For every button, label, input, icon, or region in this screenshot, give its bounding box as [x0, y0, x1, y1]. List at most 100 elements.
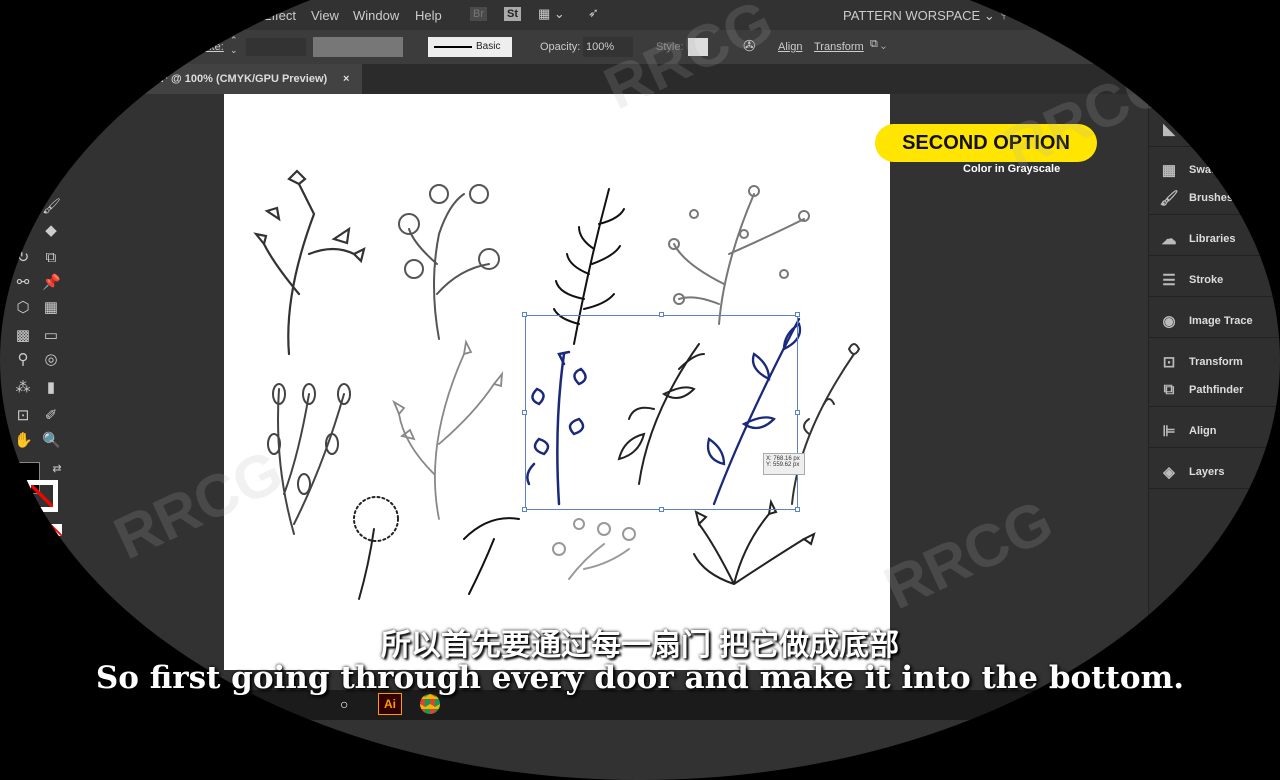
close-tab-icon[interactable]: ×: [343, 73, 349, 85]
menu-window[interactable]: Window: [353, 8, 399, 23]
panel-layers[interactable]: ◈ Layers: [1159, 463, 1224, 481]
panel-stroke[interactable]: ☰ Stroke: [1159, 271, 1223, 289]
zoom-icon[interactable]: 🔍: [42, 432, 61, 450]
stroke-stepper[interactable]: ⌃ ⌄: [230, 35, 238, 55]
workspace-switcher[interactable]: PATTERN WORSPACE ⌄: [843, 8, 995, 24]
arrange-documents-icon[interactable]: ▦ ⌄: [538, 6, 565, 22]
color-guide-icon: ◣: [1163, 121, 1175, 138]
opacity-label[interactable]: Opacity:: [540, 41, 580, 53]
perspective-icon[interactable]: ▦: [42, 299, 60, 317]
plant-umbel: [463, 517, 520, 595]
menu-effect[interactable]: Effect: [263, 8, 296, 23]
resize-handle[interactable]: [659, 312, 664, 317]
rotate-icon[interactable]: ↻: [14, 249, 32, 267]
control-bar: ⌄ Stroke: ⌃ ⌄ Basic Opacity: 100% Style: …: [0, 30, 1280, 64]
brush-definition[interactable]: Basic: [428, 37, 512, 57]
panel-transform[interactable]: ⊡ Transform: [1159, 353, 1243, 371]
image-trace-icon: ◉: [1162, 313, 1176, 330]
plant-leafy-branch: [253, 169, 366, 356]
stock-button[interactable]: St: [504, 7, 521, 21]
artboard-icon[interactable]: ⊡: [14, 407, 32, 425]
menu-select[interactable]: Select: [213, 8, 249, 23]
align-icon: ⊫: [1162, 423, 1176, 440]
second-option-badge: SECOND OPTION: [875, 124, 1097, 162]
plant-buds: [267, 383, 351, 535]
blend-icon[interactable]: ◎: [42, 351, 60, 369]
panel-color[interactable]: 🎨 C: [1159, 92, 1197, 110]
task-view-icon[interactable]: ○: [340, 696, 348, 712]
panel-pathfinder[interactable]: ⧉ Pathfinder: [1159, 381, 1244, 398]
swap-icon[interactable]: ⇄: [48, 460, 66, 478]
resize-handle[interactable]: [795, 410, 800, 415]
stroke-color[interactable]: [26, 480, 58, 512]
document-tab[interactable]: _SCALE.ai* @ 100% (CMYK/GPU Preview) ×: [100, 64, 362, 94]
plant-chamomile: [398, 184, 500, 340]
none-icon[interactable]: [50, 524, 62, 536]
plant-leaf-spray: [392, 339, 504, 520]
right-panel-dock: 🎨 C ◣ Color ▦ Swatches 🖌 Brushes ☁ Libraries …: [1148, 80, 1280, 700]
line-icon[interactable]: ╱: [42, 174, 60, 192]
pen-icon[interactable]: ✒: [42, 149, 60, 167]
variable-width-profile[interactable]: [313, 37, 403, 57]
chevron-down-icon[interactable]: ⌄: [163, 39, 172, 52]
document-tab-bar: _SCALE.ai* @ 100% (CMYK/GPU Preview) ×: [0, 64, 1148, 94]
swatches-icon: ▦: [1161, 162, 1177, 179]
brushes-icon: 🖌: [1159, 190, 1179, 207]
panel-libraries[interactable]: ☁ Libraries: [1159, 230, 1236, 248]
width-icon[interactable]: ⚯: [14, 274, 32, 292]
resize-handle[interactable]: [522, 410, 527, 415]
stroke-weight-input[interactable]: [246, 38, 306, 56]
palette-icon: 🎨: [1159, 93, 1179, 110]
search-input[interactable]: ⚲ Search Ad: [1000, 8, 1062, 21]
panel-image-trace[interactable]: ◉ Image Trace: [1159, 312, 1252, 330]
panel-align[interactable]: ⊫ Align: [1159, 422, 1216, 440]
paintbrush-icon[interactable]: 🖌: [42, 198, 61, 216]
selection-bounding-box[interactable]: [525, 315, 798, 510]
hand-icon[interactable]: ✋: [14, 432, 33, 450]
symbol-sprayer-icon[interactable]: ⁂: [14, 379, 32, 397]
chrome-taskbar-icon[interactable]: [420, 694, 440, 714]
recolor-artwork-icon[interactable]: ✇: [743, 37, 756, 55]
resize-handle[interactable]: [659, 507, 664, 512]
shape-builder-icon[interactable]: ⬡: [14, 299, 32, 317]
slice-icon[interactable]: ✐: [42, 407, 60, 425]
puppet-warp-icon[interactable]: 📌: [42, 274, 61, 292]
eraser-icon[interactable]: ◆: [42, 222, 60, 240]
badge-subtitle: Color in Grayscale: [963, 163, 1061, 175]
align-link[interactable]: Align: [778, 41, 802, 53]
fill-swatch[interactable]: [140, 39, 160, 55]
plant-berry-branch: [668, 185, 810, 325]
graphic-style-swatch[interactable]: [688, 38, 708, 56]
position-tooltip: X: 768.16 px Y: 559.62 px: [763, 453, 805, 475]
menu-help[interactable]: Help: [415, 8, 442, 23]
cloud-icon: ☁: [1161, 231, 1177, 248]
opacity-input[interactable]: 100%: [583, 37, 633, 57]
layers-icon: ◈: [1163, 464, 1175, 481]
panel-swatches[interactable]: ▦ Swatches: [1159, 161, 1240, 179]
panel-color-guide[interactable]: ◣ Color: [1159, 120, 1218, 138]
mesh-icon[interactable]: ▩: [14, 327, 32, 345]
isolate-icon[interactable]: ⧉ ⌄: [870, 38, 886, 51]
eyedropper-icon[interactable]: ⚲: [14, 351, 32, 369]
bridge-button[interactable]: Br: [470, 7, 487, 21]
stroke-label[interactable]: Stroke:: [189, 41, 224, 53]
illustrator-taskbar-icon[interactable]: Ai: [378, 693, 402, 715]
subtitle-chinese: 所以首先要通过每一扇门 把它做成底部: [380, 629, 900, 662]
resize-handle[interactable]: [795, 312, 800, 317]
panel-brushes[interactable]: 🖌 Brushes: [1159, 189, 1233, 207]
menu-bar: Select Effect View Window Help Br St ▦ ⌄…: [0, 0, 1280, 30]
gradient-icon[interactable]: ▭: [42, 327, 60, 345]
menu-view[interactable]: View: [311, 8, 339, 23]
resize-handle[interactable]: [522, 312, 527, 317]
column-graph-icon[interactable]: ▮: [42, 379, 60, 397]
style-label: Style:: [656, 41, 684, 53]
plant-flower-cluster: [552, 518, 636, 580]
transform-link[interactable]: Transform: [814, 41, 864, 53]
pathfinder-icon: ⧉: [1163, 381, 1175, 398]
shaper-icon[interactable]: ✎: [14, 222, 32, 240]
resize-handle[interactable]: [795, 507, 800, 512]
feather-icon[interactable]: ➶: [588, 5, 599, 21]
resize-handle[interactable]: [522, 507, 527, 512]
scale-icon[interactable]: ⧉: [42, 249, 60, 267]
color-mode-icon[interactable]: [30, 524, 42, 536]
